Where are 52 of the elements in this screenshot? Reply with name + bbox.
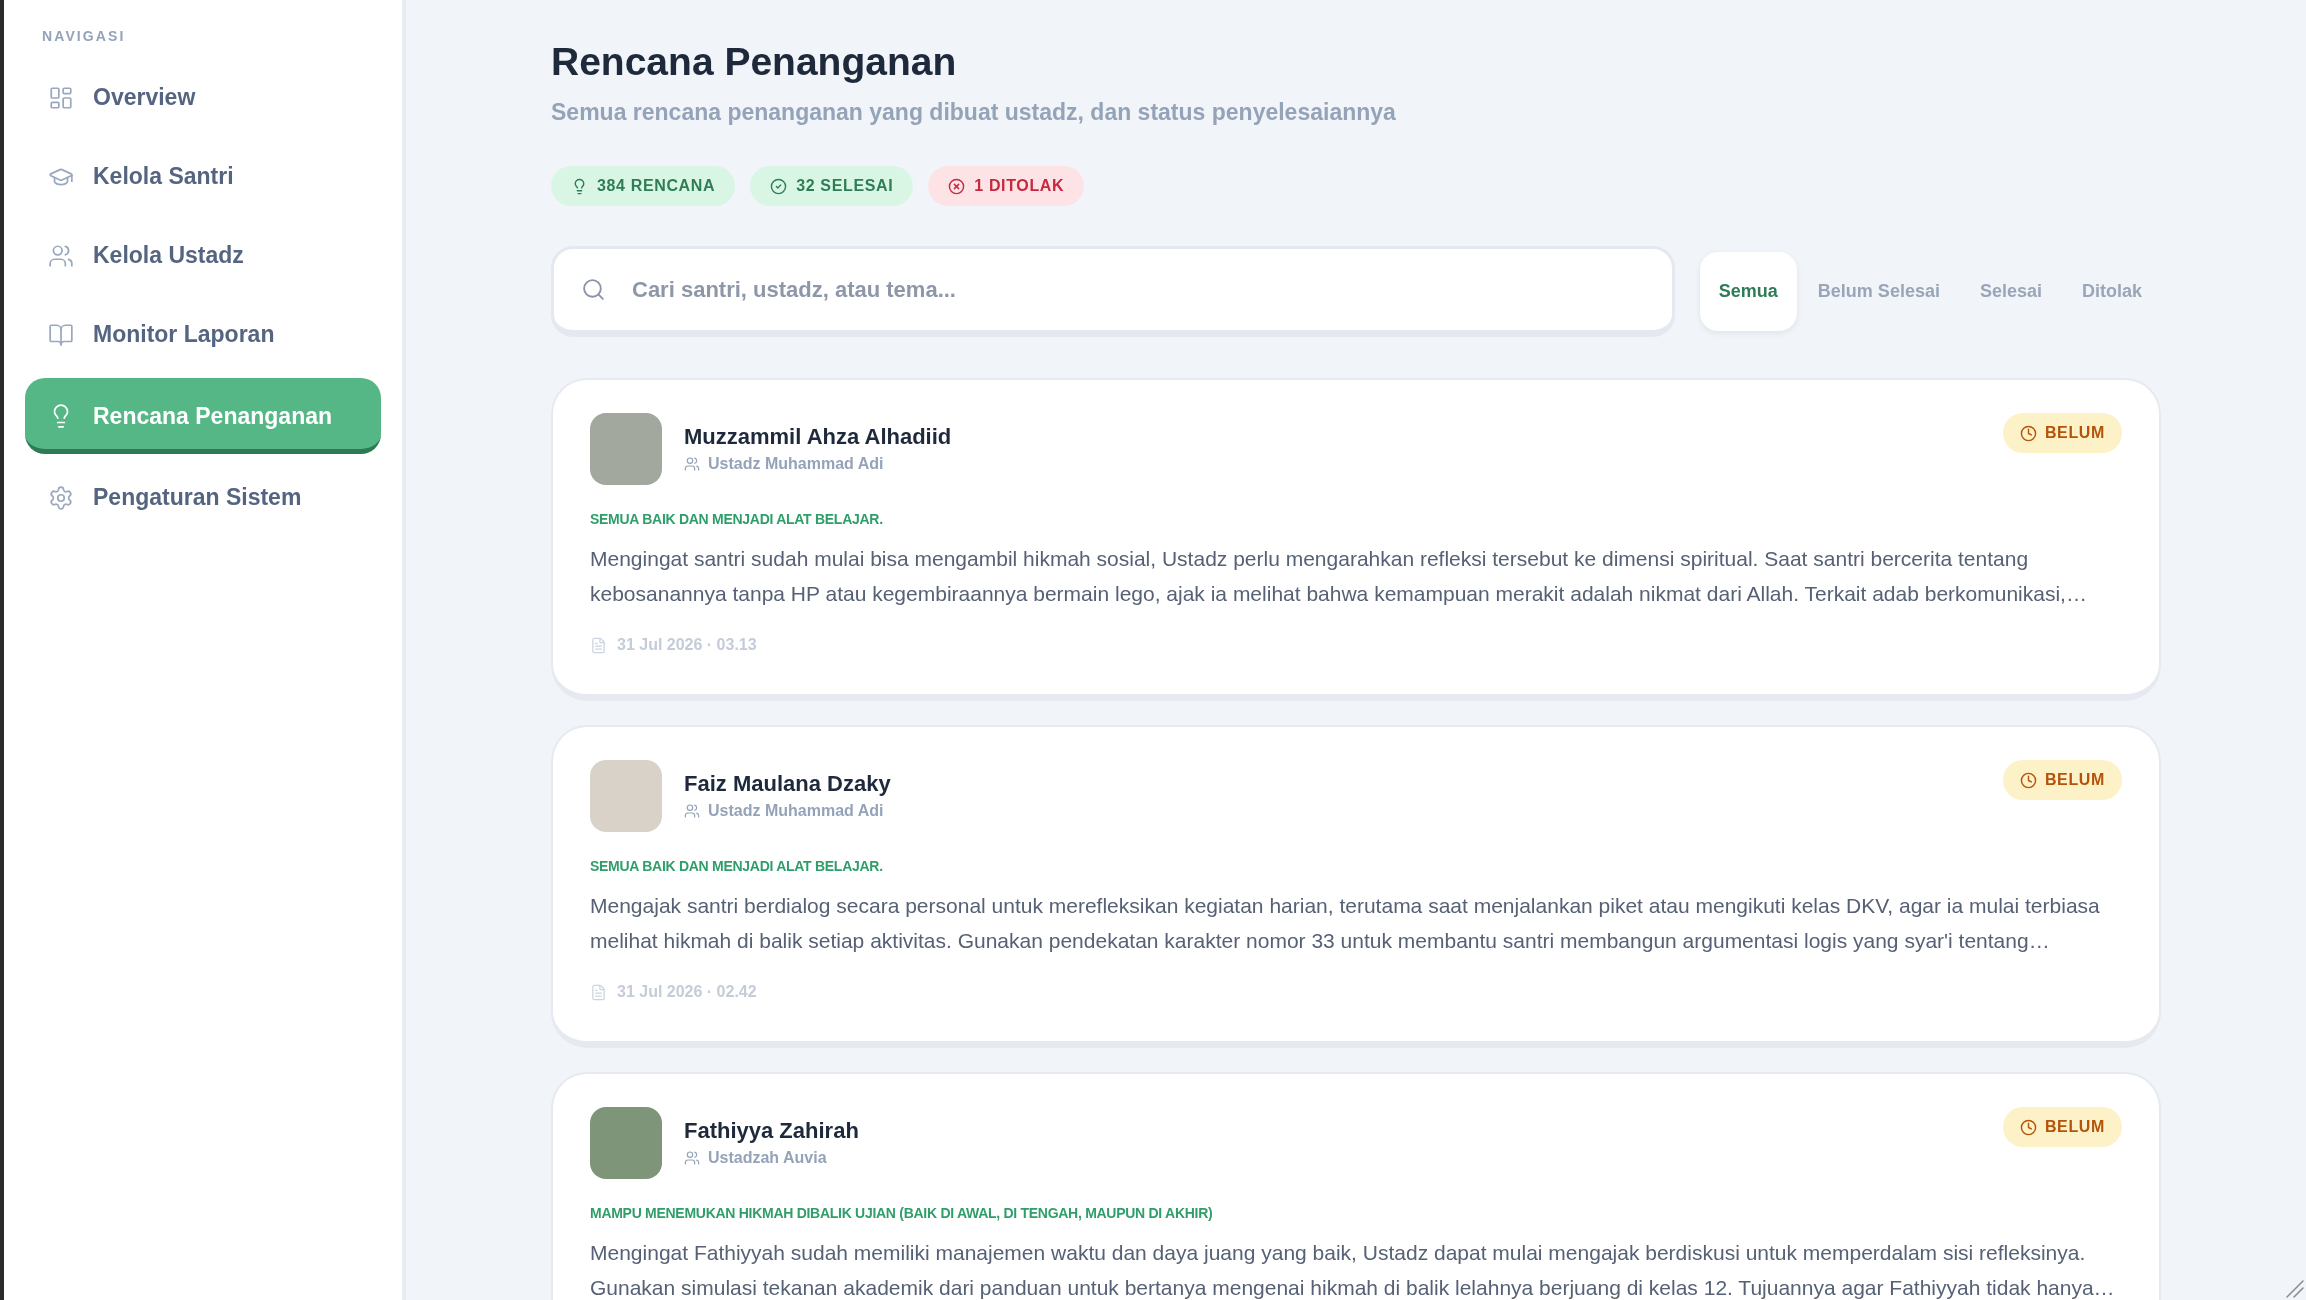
clock-icon bbox=[2019, 1118, 2037, 1136]
status-label: BELUM bbox=[2044, 770, 2105, 790]
plan-description: Mengingat santri sudah mulai bisa mengambil hikmah sosial, Ustadz perlu mengarahkan refleksi tersebut ke dimensi spiritual. Saat santri bercerita tentang kebosanannya tanpa HP atau kegembiraannya bermain lego, ajak ia melihat bahwa kemampuan merakit adalah nikmat dari Allah. Terkait adab berkomunikasi,… bbox=[590, 546, 2088, 607]
sidebar-item[interactable]: Overview bbox=[25, 62, 381, 133]
users-icon bbox=[684, 803, 700, 819]
photo-placeholder bbox=[590, 760, 662, 832]
sidebar-item[interactable]: Kelola Santri bbox=[25, 141, 381, 212]
filter-tab[interactable]: Semua bbox=[1699, 252, 1797, 331]
book-icon bbox=[48, 321, 74, 348]
sidebar-item[interactable]: Monitor Laporan bbox=[25, 299, 381, 370]
teacher-name: Ustadz Muhammad Adi bbox=[708, 454, 884, 474]
users-icon bbox=[684, 1150, 700, 1166]
plan-card[interactable] bbox=[551, 725, 2161, 1048]
plan-description: Mengingat Fathiyyah sudah memiliki manajemen waktu dan daya juang yang baik, Ustadz dapat mulai mengajak berdiskusi untuk memperdalam sisi refleksinya. Gunakan simulasi tekanan akademik dari panduan untuk bertanya mengenai hikmah di balik lelahnya berjuang di kelas 12. Tujuannya agar Fathiyyah tidak hanya… bbox=[590, 1240, 2116, 1300]
search-icon bbox=[581, 277, 606, 302]
student-name: Muzzammil Ahza Alhadiid bbox=[684, 423, 952, 451]
student-name: Faiz Maulana Dzaky bbox=[684, 770, 891, 798]
sidebar-item[interactable]: Kelola Ustadz bbox=[25, 220, 381, 291]
photo-placeholder bbox=[590, 1107, 662, 1179]
teacher-name: Ustadz Muhammad Adi bbox=[708, 801, 884, 821]
sidebar-item[interactable]: Pengaturan Sistem bbox=[25, 462, 381, 533]
users-icon bbox=[48, 242, 74, 269]
date-text: 31 Jul 2026 · 03.13 bbox=[617, 635, 757, 655]
photo-placeholder bbox=[590, 413, 662, 485]
settings-icon bbox=[48, 484, 74, 511]
clock-icon bbox=[2019, 771, 2037, 789]
users-icon bbox=[684, 456, 700, 472]
teacher-name: Ustadzah Auvia bbox=[708, 1148, 827, 1168]
section-label: NAVIGASI bbox=[42, 28, 127, 45]
status-label: BELUM bbox=[2044, 1117, 2105, 1137]
search-field[interactable]: Cari santri, ustadz, atau tema... bbox=[551, 246, 1675, 337]
plan-card[interactable] bbox=[551, 1072, 2161, 1300]
count-label: 1 DITOLAK bbox=[974, 176, 1065, 196]
plan-description: Mengajak santri berdialog secara personal untuk merefleksikan kegiatan harian, terutama saat menjalankan piket atau mengikuti kelas DKV, agar ia mulai terbiasa melihat hikmah di balik setiap aktivitas. Gunakan pendekatan karakter nomor 33 untuk membantu santri membangun argumentasi logis yang syar'i tentang… bbox=[590, 893, 2101, 954]
category-label: MAMPU MENEMUKAN HIKMAH DIBALIK UJIAN (BAIK DI AWAL, DI TENGAH, MAUPUN DI AKHIR) bbox=[590, 1204, 1214, 1223]
page-title: Rencana Penanganan bbox=[551, 39, 958, 85]
category-label: SEMUA BAIK DAN MENJADI ALAT BELAJAR. bbox=[590, 857, 884, 876]
dashboard-icon bbox=[48, 84, 74, 111]
status-label: BELUM bbox=[2044, 423, 2105, 443]
count-label: 384 RENCANA bbox=[597, 176, 716, 196]
count-label: 32 SELESAI bbox=[796, 176, 894, 196]
document-icon bbox=[590, 983, 607, 1001]
resize-grip-icon[interactable] bbox=[2284, 1278, 2304, 1298]
plan-card[interactable] bbox=[551, 378, 2161, 701]
clock-icon bbox=[2019, 424, 2037, 442]
x-circle-icon bbox=[948, 177, 966, 195]
page-subtitle: Semua rencana penanganan yang dibuat ustadz, dan status penyelesaiannya bbox=[551, 98, 1397, 127]
category-label: SEMUA BAIK DAN MENJADI ALAT BELAJAR. bbox=[590, 510, 884, 529]
student-name: Fathiyya Zahirah bbox=[684, 1117, 859, 1145]
check-circle-icon bbox=[770, 177, 788, 195]
document-icon bbox=[590, 636, 607, 654]
date-text: 31 Jul 2026 · 02.42 bbox=[617, 982, 757, 1002]
